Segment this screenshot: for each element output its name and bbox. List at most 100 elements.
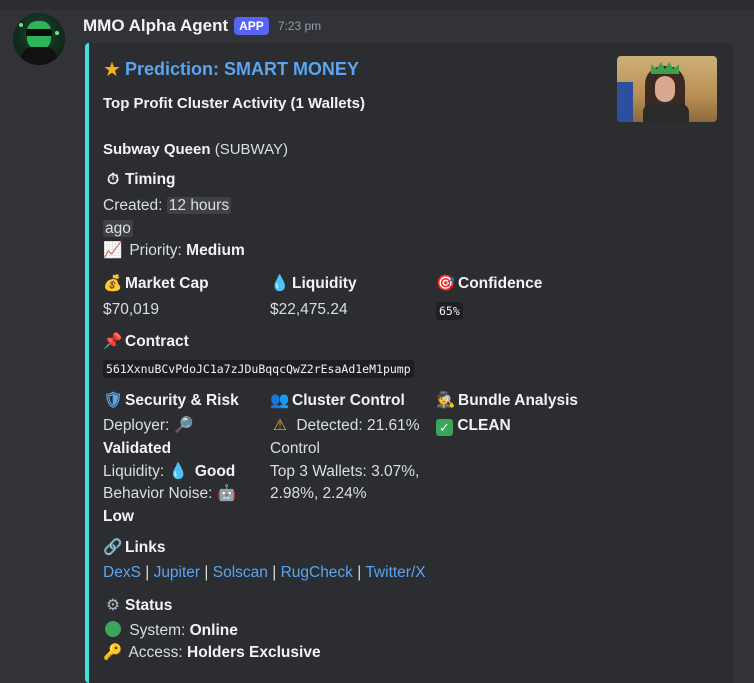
cluster-top3-2: 2.98%, 2.24% [270,485,367,502]
confidence-field-name: 🎯 Confidence [436,274,542,293]
access-line: 🔑 Access: Holders Exclusive [103,642,320,664]
timing-created-cont: ago [103,218,133,240]
liquidity-label: Liquidity [292,274,357,292]
thumbnail-background [617,82,633,122]
message-header: MMO Alpha Agent APP 7:23 pm [83,15,321,37]
avatar-speck [55,31,59,35]
cluster-top3-1: Top 3 Wallets: 3.07%, [270,463,420,480]
links-label: Links [125,538,166,556]
status-label: Status [125,596,173,614]
droplet-icon: 💧 [270,275,290,292]
embed-description: Top Profit Cluster Activity (1 Wallets) [103,95,365,112]
people-icon: 👥 [270,392,290,409]
robot-icon: 🤖 [217,485,237,502]
noise-line: Behavior Noise: 🤖 [103,483,239,505]
link-dexs[interactable]: DexS [103,564,141,581]
timing-label: Timing [125,171,176,188]
sec-liquidity-value: Good [194,463,236,480]
timestamp[interactable]: 7:23 pm [278,19,321,33]
created-timestamp-cont[interactable]: ago [103,220,133,237]
embed-thumbnail[interactable] [617,56,717,122]
cluster-detected-line: ⚠ Detected: 21.61% [270,415,420,437]
thumbnail-face [655,76,675,102]
token-symbol: (SUBWAY) [214,141,289,158]
noise-value-line: Low [103,506,134,528]
link-twitter[interactable]: Twitter/X [365,564,425,581]
timing-created: Created: 12 hours [103,195,232,217]
top-divider-bar [0,0,754,10]
created-label: Created: [103,197,163,214]
liquidity-field-name: 💧 Liquidity [270,274,357,293]
link-separator: | [204,564,209,581]
priority-value: Medium [186,242,245,259]
priority-label: Priority: [129,242,182,259]
bot-avatar[interactable] [13,13,65,65]
confidence-value: 65% [436,302,463,320]
timing-field-name: ⏱ Timing [103,171,176,189]
green-circle-icon [103,620,123,642]
contract-address[interactable]: 561XxnuBCvPdoJC1a7zJDuBqqcQwZ2rEsaAd1eM1… [103,360,414,378]
target-icon: 🎯 [436,275,456,292]
deployer-line: Deployer: 🔎 [103,415,196,437]
contract-field-name: 📌 Contract [103,332,189,351]
cluster-label: Cluster Control [292,391,405,409]
security-label: Security & Risk [125,391,239,409]
check-mark-icon: ✓ [436,419,453,436]
status-field-name: ⚙ Status [103,596,172,615]
deployer-value: Validated [103,440,172,457]
contract-value-wrap: 561XxnuBCvPdoJC1a7zJDuBqqcQwZ2rEsaAd1eM1… [103,360,414,378]
cluster-field-name: 👥 Cluster Control [270,391,405,410]
sec-liquidity-label: Liquidity: [103,463,165,480]
magnifier-icon: 🔎 [174,417,194,434]
sec-liquidity-line: Liquidity: 💧 Good [103,461,235,483]
detective-icon: 🕵 [436,392,456,409]
system-label: System: [129,622,186,639]
security-field-name: 🛡 Security & Risk [103,391,239,410]
bundle-label: Bundle Analysis [458,391,579,409]
gear-icon: ⚙ [106,597,120,614]
warning-icon: ⚠ [273,417,287,434]
avatar-glasses [26,29,52,36]
cluster-detected-cont: Control [270,440,320,457]
pushpin-icon: 📌 [103,333,123,350]
bundle-field-name: 🕵 Bundle Analysis [436,391,578,410]
droplet-icon: 💧 [168,463,189,480]
system-line: System: Online [103,620,238,642]
contract-label: Contract [125,332,189,350]
bundle-value: CLEAN [457,417,511,434]
noise-label: Behavior Noise: [103,485,213,502]
embed-card: ★ Prediction: SMART MONEY Top Profit Clu… [85,43,733,683]
confidence-label: Confidence [458,274,543,292]
links-row: DexS | Jupiter | Solscan | RugCheck | Tw… [103,562,426,584]
app-badge: APP [234,17,269,35]
stopwatch-icon: ⏱ [106,171,120,188]
deployer-value-line: Validated [103,438,171,460]
link-rugcheck[interactable]: RugCheck [281,564,353,581]
bundle-value-line: ✓ CLEAN [436,415,511,437]
avatar-body [21,47,57,65]
market-cap-value: $70,019 [103,301,160,318]
cluster-detected: Detected: 21.61% [296,417,420,434]
token-name: Subway Queen [103,141,211,158]
link-jupiter[interactable]: Jupiter [154,564,201,581]
money-bag-icon: 💰 [103,275,123,292]
star-icon: ★ [103,59,121,81]
username[interactable]: MMO Alpha Agent [83,16,228,36]
deployer-label: Deployer: [103,417,170,434]
link-separator: | [145,564,150,581]
links-field-name: 🔗 Links [103,538,165,557]
noise-value: Low [103,508,134,525]
priority-line: 📈 Priority: Medium [103,240,245,262]
link-solscan[interactable]: Solscan [213,564,268,581]
link-separator: | [272,564,277,581]
chart-increasing-icon: 📈 [103,242,123,259]
created-timestamp[interactable]: 12 hours [166,197,232,214]
thumbnail-shirt [643,104,689,122]
liquidity-value: $22,475.24 [270,301,348,318]
shield-icon: 🛡 [103,392,123,409]
link-icon: 🔗 [103,539,123,556]
embed-title-text[interactable]: Prediction: SMART MONEY [125,59,359,80]
embed-title[interactable]: ★ Prediction: SMART MONEY [103,57,359,82]
market-cap-field-name: 💰 Market Cap [103,274,208,293]
link-separator: | [357,564,362,581]
